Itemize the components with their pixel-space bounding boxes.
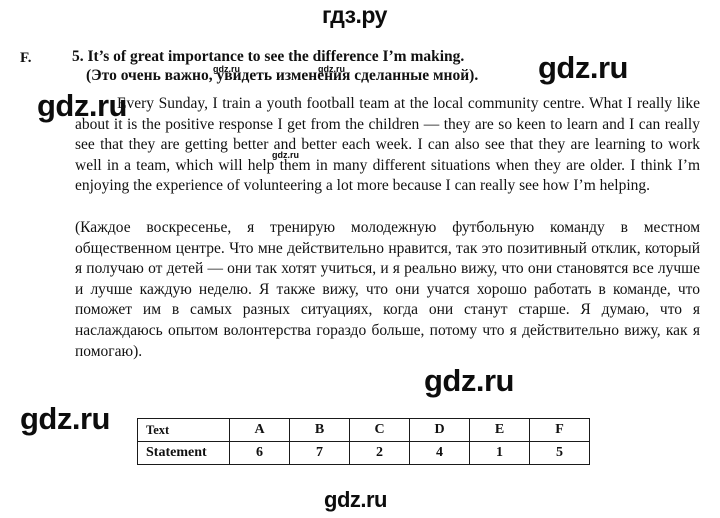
table-cell: C — [349, 418, 410, 442]
table-cell: 7 — [289, 441, 350, 465]
site-logo: гдз.ру — [322, 2, 387, 28]
table-cell: 2 — [349, 441, 410, 465]
answer-table: Text A B C D E F Statement 6 7 2 4 1 5 — [137, 418, 590, 465]
table-cell: 1 — [469, 441, 530, 465]
table-cell: A — [229, 418, 290, 442]
table-cell: E — [469, 418, 530, 442]
table-row: Text A B C D E F — [137, 418, 590, 442]
table-cell: 6 — [229, 441, 290, 465]
table-cell: 5 — [529, 441, 590, 465]
table-cell: 4 — [409, 441, 470, 465]
row-header-statement: Statement — [137, 441, 230, 465]
task-heading-english: 5. It’s of great importance to see the d… — [72, 48, 465, 65]
table-cell: D — [409, 418, 470, 442]
answer-paragraph-russian: (Каждое воскресенье, я тренирую молодежн… — [75, 219, 700, 360]
row-header-text: Text — [137, 418, 230, 442]
task-letter: F. — [20, 50, 32, 66]
table-row: Statement 6 7 2 4 1 5 — [137, 441, 590, 465]
task-heading: 5. It’s of great importance to see the d… — [72, 47, 552, 85]
watermark-table-left: gdz.ru — [20, 401, 111, 436]
table-cell: B — [289, 418, 350, 442]
table-cell: F — [529, 418, 590, 442]
watermark-bottom: gdz.ru — [324, 487, 388, 512]
watermark-russian-block: gdz.ru — [424, 363, 515, 398]
answer-paragraph-english: Every Sunday, I train a youth football t… — [75, 95, 700, 195]
task-heading-russian: (Это очень важно, увидеть изменения сдел… — [86, 67, 479, 84]
